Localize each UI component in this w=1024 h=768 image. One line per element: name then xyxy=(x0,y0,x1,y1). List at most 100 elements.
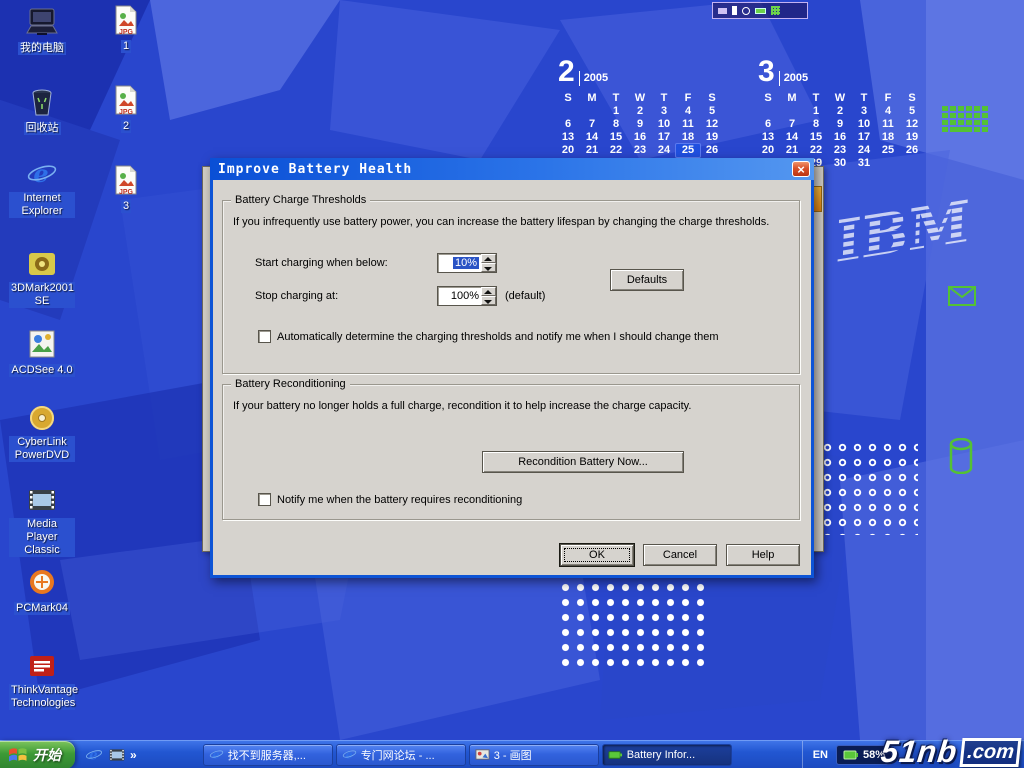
calendar-date xyxy=(780,105,804,118)
calendar-date: 3 xyxy=(652,105,676,118)
desktop-icon-jpg-0[interactable]: JPG1 xyxy=(92,4,160,54)
calendar-date xyxy=(756,105,780,118)
desktop-icon-recycle-bin-1[interactable]: 回收站 xyxy=(8,86,76,136)
power-scheme-icon[interactable] xyxy=(718,8,727,14)
desktop-icon-mpc-6[interactable]: Media Player Classic xyxy=(8,484,76,558)
calendar-weekday: S xyxy=(756,92,780,105)
calendar-date: 25 xyxy=(676,144,700,157)
calendar-month-header: 32005 xyxy=(756,56,928,86)
calendar-date: 12 xyxy=(900,118,924,131)
stop-threshold-spinner[interactable]: 100% xyxy=(437,286,497,306)
jpg-icon: JPG xyxy=(109,164,143,196)
calendar-date: 11 xyxy=(876,118,900,131)
jpg-icon: JPG xyxy=(109,84,143,116)
help-button[interactable]: Help xyxy=(726,544,800,566)
power-tray-widget[interactable] xyxy=(712,2,808,19)
calendar-weekday: T xyxy=(652,92,676,105)
desktop-icon-label: CyberLink PowerDVD xyxy=(9,436,75,462)
notify-reconditioning-checkbox[interactable] xyxy=(258,493,271,506)
pcmark-icon xyxy=(25,566,59,598)
taskbar-task-3[interactable]: Battery Infor... xyxy=(602,744,732,766)
volume-icon[interactable] xyxy=(732,6,737,15)
calendar-weekday: T xyxy=(852,92,876,105)
recycle-bin-icon xyxy=(25,86,59,118)
auto-determine-checkbox[interactable] xyxy=(258,330,271,343)
envelope-icon xyxy=(948,286,976,306)
start-threshold-spinner[interactable]: 10% xyxy=(437,253,497,273)
calendar-date: 15 xyxy=(604,131,628,144)
close-button[interactable]: × xyxy=(792,161,810,177)
desktop-icon-thinkvantage-8[interactable]: ThinkVantage Technologies xyxy=(8,650,76,711)
stop-threshold-field[interactable]: 100% xyxy=(438,287,481,305)
calendar-date: 15 xyxy=(804,131,828,144)
spin-down-button[interactable] xyxy=(481,263,496,272)
desktop-icon-3dmark-3[interactable]: 3DMark2001 SE xyxy=(8,248,76,309)
desktop-icon-acdsee-4[interactable]: ACDSee 4.0 xyxy=(8,328,76,378)
mpc-quicklaunch-icon[interactable] xyxy=(108,746,126,764)
calendar-weekday: F xyxy=(676,92,700,105)
ok-button[interactable]: OK xyxy=(560,544,634,566)
calendar-date: 21 xyxy=(780,144,804,157)
svg-text:JPG: JPG xyxy=(119,109,134,116)
desktop-screen: IBM 22005SMTWTFS123456789101112131415161… xyxy=(0,0,1024,768)
keyboard-grid-icon[interactable] xyxy=(771,6,780,15)
calendar-date: 9 xyxy=(828,118,852,131)
language-indicator[interactable]: EN xyxy=(813,749,828,761)
desktop-icon-pcmark-7[interactable]: PCMark04 xyxy=(8,566,76,616)
dialog-titlebar[interactable]: Improve Battery Health × xyxy=(210,158,814,180)
spinner-arrows xyxy=(481,254,496,272)
calendar-date: 19 xyxy=(900,131,924,144)
spin-up-button[interactable] xyxy=(481,254,496,263)
cancel-button[interactable]: Cancel xyxy=(643,544,717,566)
database-cylinder-icon xyxy=(948,438,974,474)
calendar-date: 3 xyxy=(852,105,876,118)
calendar-date: 8 xyxy=(804,118,828,131)
wallpaper-calendar-2: 22005SMTWTFS1234567891011121314151617181… xyxy=(556,56,728,170)
start-threshold-value: 10% xyxy=(453,257,479,269)
start-threshold-field[interactable]: 10% xyxy=(438,254,481,272)
calendar-date: 19 xyxy=(700,131,724,144)
watermark-suffix: .com xyxy=(960,738,1022,767)
defaults-button[interactable]: Defaults xyxy=(610,269,684,291)
recondition-battery-button[interactable]: Recondition Battery Now... xyxy=(482,451,684,473)
calendar-date: 24 xyxy=(852,144,876,157)
notify-reconditioning-label: Notify me when the battery requires reco… xyxy=(277,494,522,506)
taskbar-task-0[interactable]: e找不到服务器,... xyxy=(203,744,333,766)
quick-launch-overflow[interactable]: » xyxy=(130,748,137,762)
dialog-title: Improve Battery Health xyxy=(218,162,792,177)
desktop-icon-jpg-1[interactable]: JPG2 xyxy=(92,84,160,134)
keypad-grid-icon xyxy=(942,106,988,138)
calendar-date: 22 xyxy=(804,144,828,157)
group-caption: Battery Reconditioning xyxy=(231,378,350,391)
ie-quicklaunch-icon[interactable]: e xyxy=(85,746,103,764)
calendar-date: 1 xyxy=(604,105,628,118)
desktop-icon-label: 3DMark2001 SE xyxy=(9,282,75,308)
jpg-icon: JPG xyxy=(109,4,143,36)
desktop-icon-jpg-2[interactable]: JPG3 xyxy=(92,164,160,214)
calendar-weekday: S xyxy=(700,92,724,105)
calendar-weekday: M xyxy=(580,92,604,105)
desktop-icon-ie-2[interactable]: eInternet Explorer xyxy=(8,158,76,219)
standby-moon-icon[interactable] xyxy=(742,7,750,15)
desktop-icon-my-computer-0[interactable]: 我的电脑 xyxy=(8,6,76,56)
dot-grid-decoration xyxy=(558,580,710,670)
calendar-date: 18 xyxy=(876,131,900,144)
calendar-date: 10 xyxy=(852,118,876,131)
taskbar-task-2[interactable]: 3 - 画图 xyxy=(469,744,599,766)
desktop-icon-label: 我的电脑 xyxy=(18,42,66,55)
battery-meter-icon[interactable] xyxy=(755,8,766,14)
desktop-icon-powerdvd-5[interactable]: CyberLink PowerDVD xyxy=(8,402,76,463)
taskbar-task-1[interactable]: e专门网论坛 - ... xyxy=(336,744,466,766)
calendar-weekday: T xyxy=(604,92,628,105)
taskbar: 开始 e » e找不到服务器,...e专门网论坛 - ...3 - 画图Batt… xyxy=(0,740,1024,768)
calendar-date: 6 xyxy=(756,118,780,131)
spin-up-button[interactable] xyxy=(481,287,496,296)
task-label: 专门网论坛 - ... xyxy=(361,747,435,763)
calendar-date: 18 xyxy=(676,131,700,144)
calendar-date xyxy=(580,105,604,118)
dialog-body: Battery Charge Thresholds If you infrequ… xyxy=(210,180,814,578)
start-button[interactable]: 开始 xyxy=(0,741,75,768)
task-label: 找不到服务器,... xyxy=(228,747,306,763)
spin-down-button[interactable] xyxy=(481,296,496,305)
calendar-date: 26 xyxy=(900,144,924,157)
